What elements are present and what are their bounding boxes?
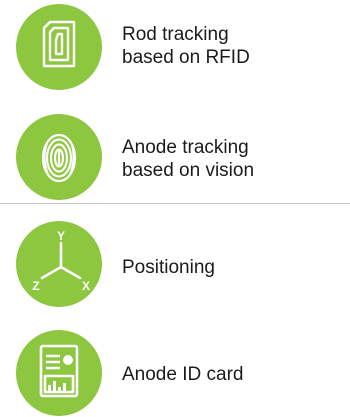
feature-label: Positioning bbox=[122, 257, 215, 278]
feature-label: Anode tracking based on vision bbox=[122, 137, 255, 181]
section-divider bbox=[0, 203, 350, 204]
svg-text:Y: Y bbox=[57, 229, 65, 243]
rfid-tag-icon bbox=[16, 4, 102, 90]
svg-text:X: X bbox=[82, 279, 90, 293]
feature-label: Anode ID card bbox=[122, 364, 244, 385]
feature-label: Rod tracking based on RFID bbox=[122, 24, 250, 68]
xyz-axes-icon: Y Z X bbox=[16, 221, 102, 307]
id-card-icon bbox=[16, 330, 102, 416]
svg-text:Z: Z bbox=[32, 279, 39, 293]
fingerprint-icon bbox=[16, 114, 102, 200]
